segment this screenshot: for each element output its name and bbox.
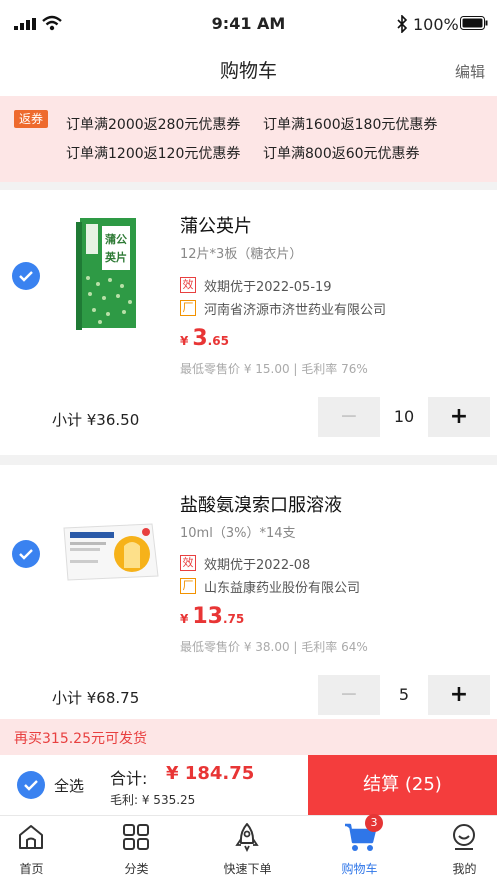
- coupon-text: 订单满1600返180元优惠券: [263, 117, 438, 133]
- retail-price: 最低零售价 ¥ 15.00 | 毛利率 76%: [180, 362, 368, 376]
- tab-home[interactable]: 首页: [0, 816, 81, 883]
- product-image[interactable]: 蒲公 英片: [76, 218, 142, 330]
- quantity-value[interactable]: 5: [380, 685, 428, 704]
- coupon-text: 订单满800返60元优惠券: [263, 146, 420, 162]
- cart-item: 蒲公 英片 蒲公英片 12片*3板（糖衣片） 效 效期优于2022-05-19 …: [0, 190, 497, 455]
- product-spec: 12片*3板（糖衣片）: [180, 247, 303, 262]
- battery-icon: [460, 16, 488, 30]
- edit-button[interactable]: 编辑: [455, 61, 485, 82]
- price-integer: 13: [192, 604, 223, 629]
- status-bar: 9:41 AM 100%: [0, 0, 497, 46]
- product-image[interactable]: [60, 518, 160, 584]
- product-name[interactable]: 蒲公英片: [180, 212, 252, 238]
- cart-item: 盐酸氨溴索口服溶液 10ml（3%）*14支 效 效期优于2022-08 厂 山…: [0, 465, 497, 719]
- svg-text:英片: 英片: [104, 250, 127, 264]
- price-decimal: .75: [222, 612, 245, 626]
- rocket-icon: [235, 823, 259, 852]
- quantity-decrease-button[interactable]: −: [318, 675, 380, 715]
- product-spec: 10ml（3%）*14支: [180, 526, 296, 541]
- gross-profit: 毛利: ¥ 535.25: [110, 793, 196, 807]
- home-icon: [19, 825, 43, 849]
- expiry-badge: 效: [180, 555, 196, 571]
- shipping-notice-text: 再买315.25元可发货: [14, 731, 147, 747]
- unit-price: ¥13.75: [180, 604, 244, 629]
- item-subtotal: 小计 ¥68.75: [52, 689, 140, 707]
- quantity-decrease-button[interactable]: −: [318, 397, 380, 437]
- total-amount: ¥ 184.75: [166, 763, 255, 784]
- cart-count-badge: 3: [365, 814, 383, 832]
- tab-label: 我的: [452, 862, 477, 876]
- tab-quick-order[interactable]: 快速下单: [198, 816, 297, 883]
- select-all-label[interactable]: 全选: [54, 775, 84, 796]
- price-integer: 3: [192, 326, 208, 351]
- expiry-badge: 效: [180, 277, 196, 293]
- price-decimal: .65: [207, 334, 229, 348]
- quantity-increase-button[interactable]: +: [428, 675, 490, 715]
- check-icon: [19, 271, 33, 282]
- total-label: 合计:: [110, 769, 148, 788]
- expiry-date: 效期优于2022-05-19: [204, 280, 332, 295]
- battery-percent: 100%: [413, 15, 459, 34]
- coupon-text: 订单满1200返120元优惠券: [66, 146, 241, 162]
- tab-profile[interactable]: 我的: [415, 816, 497, 883]
- currency-symbol: ¥: [180, 612, 189, 626]
- item-checkbox[interactable]: [12, 262, 40, 290]
- expiry-date: 效期优于2022-08: [204, 558, 311, 573]
- category-icon: [123, 824, 149, 850]
- unit-price: ¥3.65: [180, 326, 229, 351]
- retail-price: 最低零售价 ¥ 38.00 | 毛利率 64%: [180, 640, 368, 654]
- checkout-bar: 全选 合计: ¥ 184.75 毛利: ¥ 535.25 结算 (25): [0, 755, 497, 815]
- checkout-button[interactable]: 结算 (25): [308, 755, 497, 815]
- quantity-increase-button[interactable]: +: [428, 397, 490, 437]
- check-icon: [24, 780, 38, 791]
- tab-label: 首页: [19, 862, 44, 876]
- check-icon: [19, 549, 33, 560]
- currency-symbol: ¥: [180, 334, 189, 348]
- maker-badge: 厂: [180, 300, 196, 316]
- tab-category[interactable]: 分类: [87, 816, 186, 883]
- tab-label: 购物车: [341, 862, 378, 876]
- svg-text:蒲公: 蒲公: [105, 232, 127, 246]
- bluetooth-icon: [397, 15, 408, 33]
- maker-badge: 厂: [180, 578, 196, 594]
- coupon-tag: 返券: [14, 110, 48, 128]
- nav-bar: 购物车 编辑: [0, 46, 497, 96]
- shipping-notice: 再买315.25元可发货: [0, 719, 497, 755]
- item-checkbox[interactable]: [12, 540, 40, 568]
- tab-cart[interactable]: 3 购物车: [310, 814, 409, 883]
- tab-label: 快速下单: [223, 862, 272, 876]
- tab-label: 分类: [124, 862, 149, 876]
- quantity-value[interactable]: 10: [380, 407, 428, 426]
- coupon-text: 订单满2000返280元优惠券: [66, 117, 241, 133]
- item-subtotal: 小计 ¥36.50: [52, 411, 140, 429]
- tab-bar: 首页 分类 快速下单 3 购物车 我的: [0, 814, 497, 883]
- manufacturer: 山东益康药业股份有限公司: [204, 581, 361, 596]
- select-all-checkbox[interactable]: [17, 771, 45, 799]
- product-name[interactable]: 盐酸氨溴索口服溶液: [180, 491, 342, 517]
- profile-icon: [453, 824, 475, 850]
- manufacturer: 河南省济源市济世药业有限公司: [204, 303, 387, 318]
- promo-banner: 返券 订单满2000返280元优惠券 订单满1600返180元优惠券 订单满12…: [0, 96, 497, 182]
- page-title: 购物车: [219, 60, 277, 82]
